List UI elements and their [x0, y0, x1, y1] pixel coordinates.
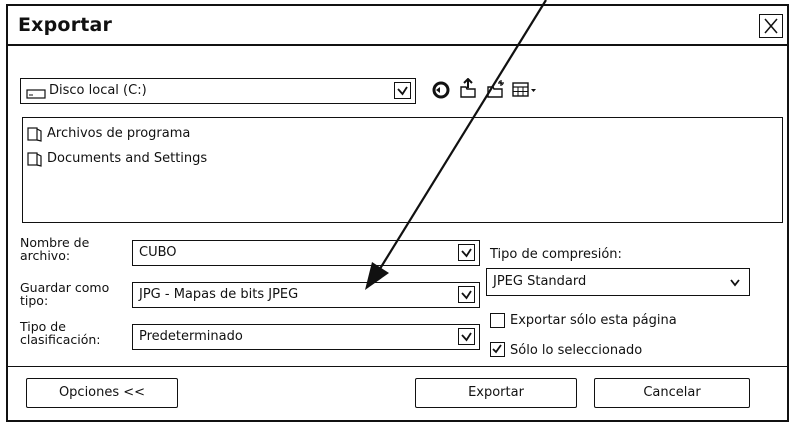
annotation-arrow [365, 0, 547, 290]
